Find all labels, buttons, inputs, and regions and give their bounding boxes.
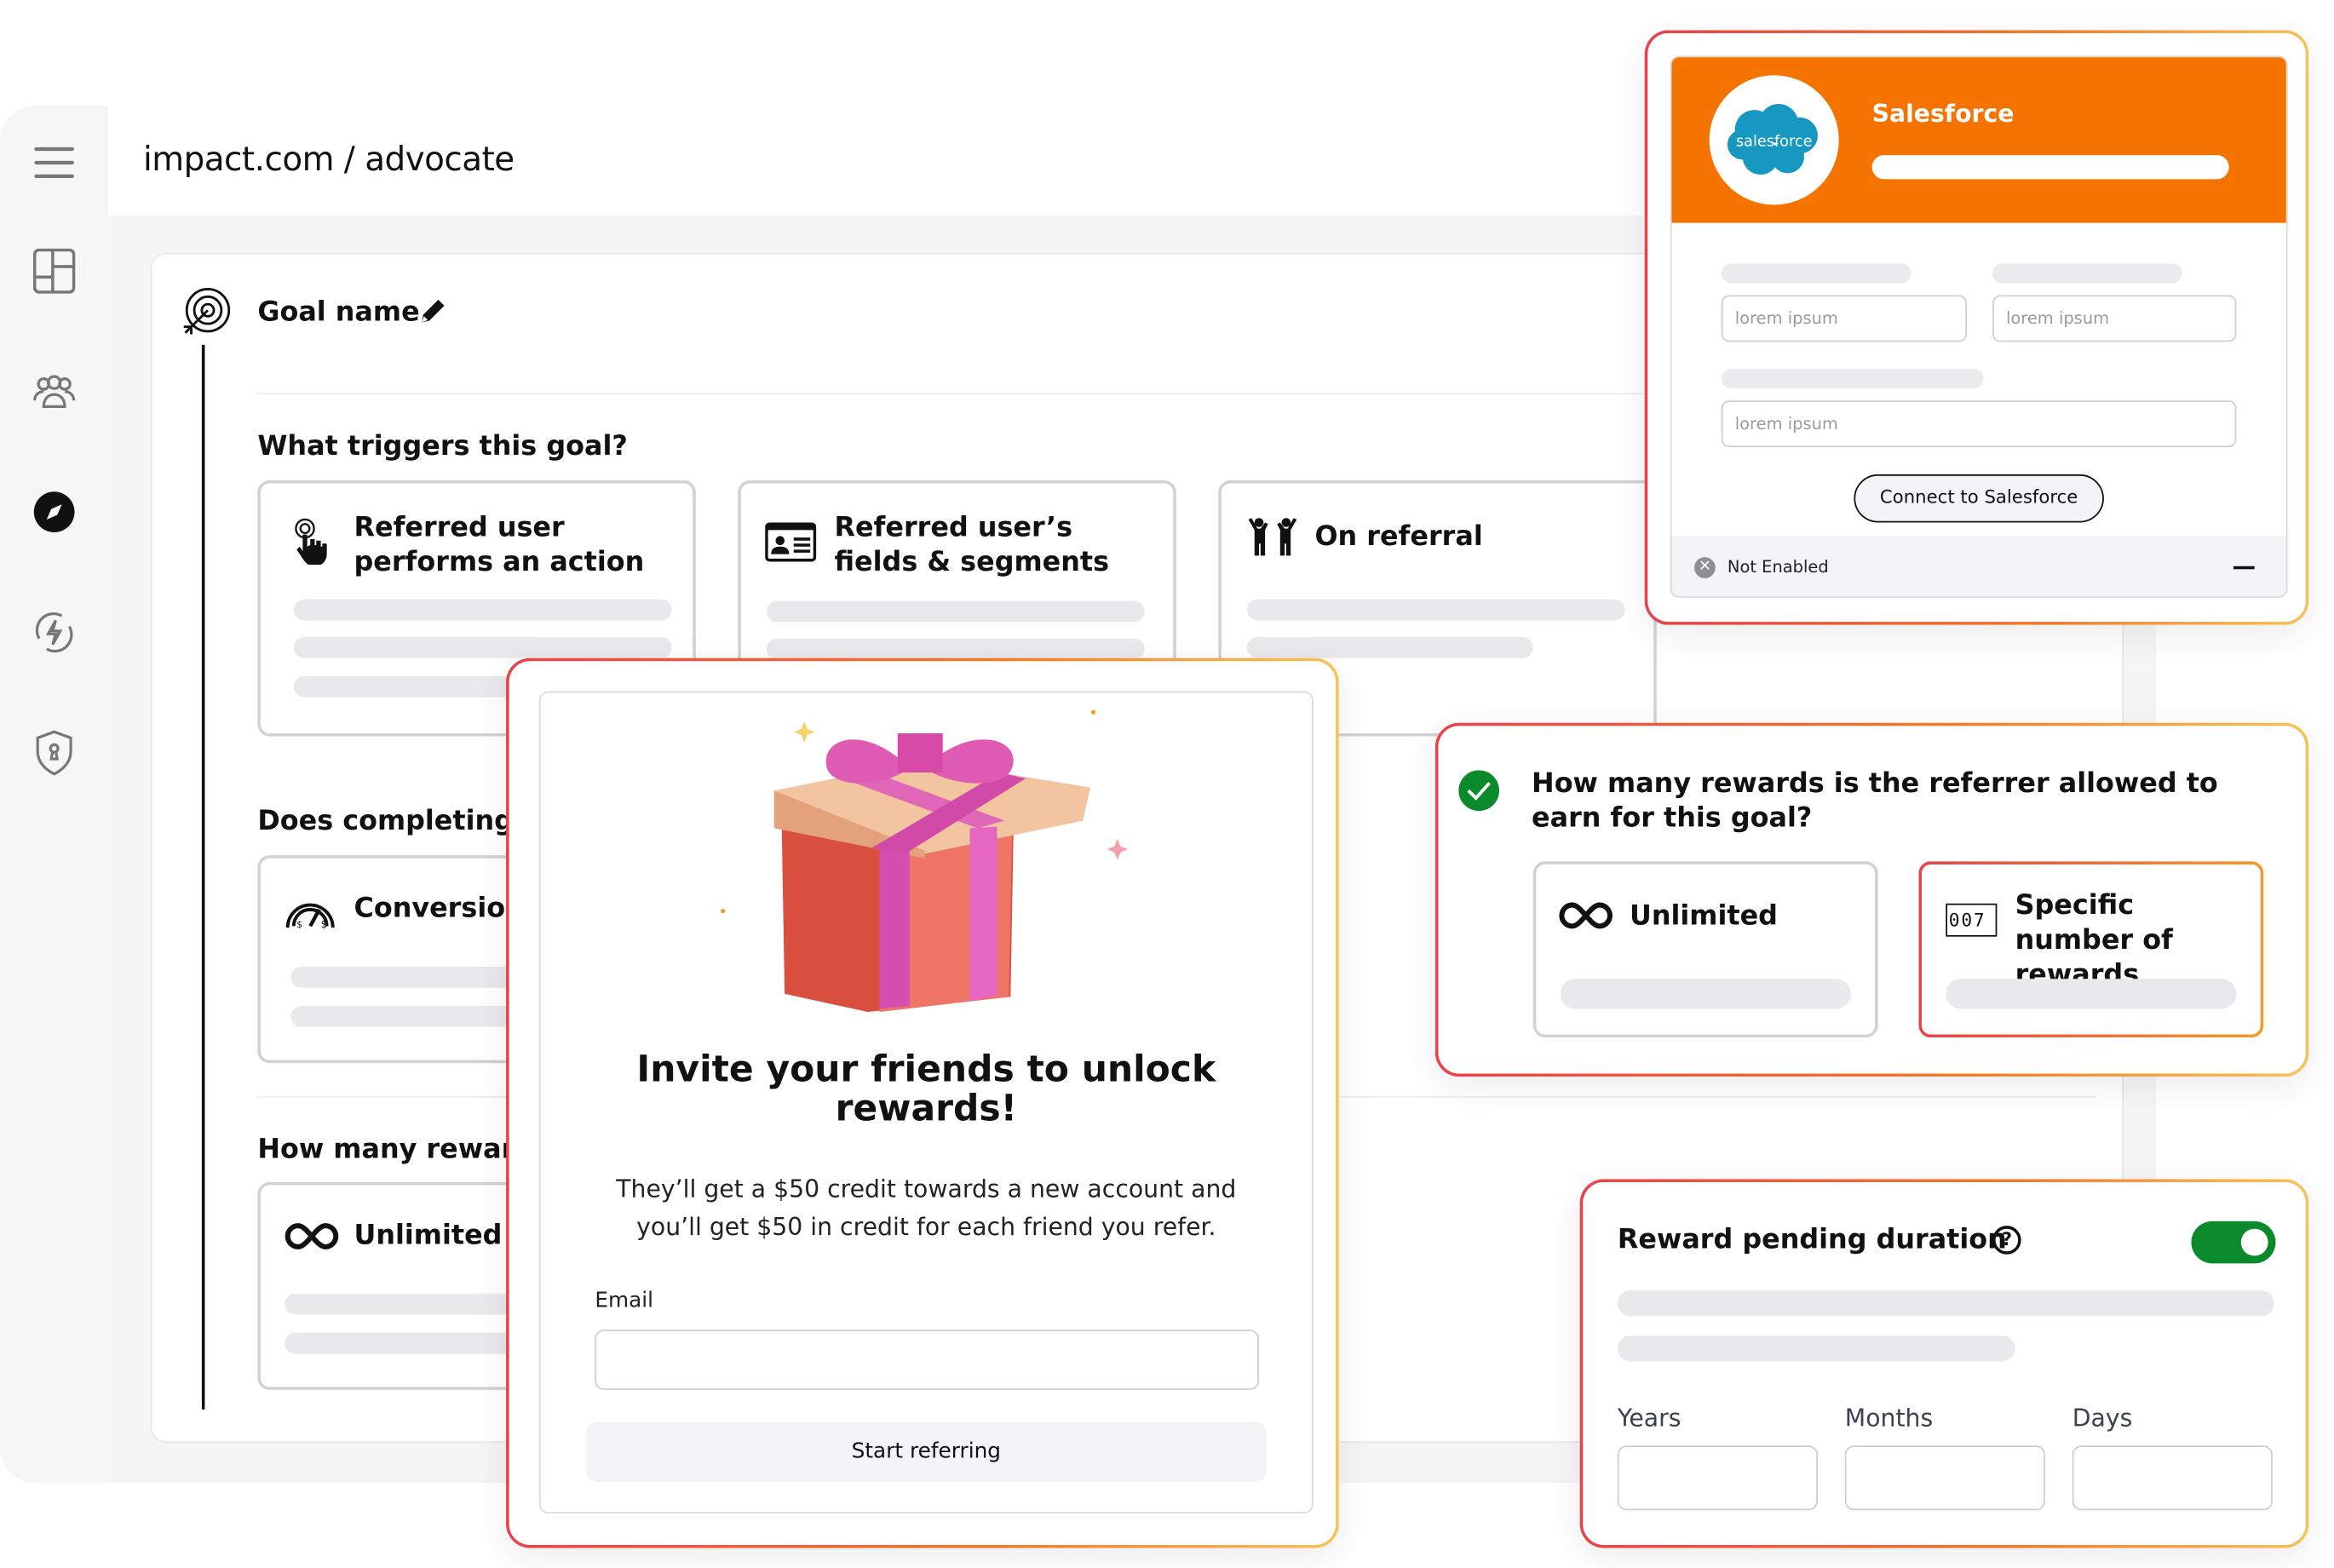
option-unlimited[interactable]: Unlimited <box>1532 861 1878 1038</box>
menu-icon[interactable] <box>30 139 78 187</box>
start-referring-button[interactable]: Start referring <box>585 1421 1267 1482</box>
salesforce-input-1[interactable]: lorem ipsum <box>1721 295 1968 342</box>
shield-keyhole-icon[interactable] <box>30 729 78 778</box>
years-label: Years <box>1617 1403 1682 1433</box>
days-label: Days <box>2072 1403 2133 1433</box>
days-input[interactable] <box>2072 1445 2273 1511</box>
salesforce-input-3[interactable]: lorem ipsum <box>1721 400 2237 448</box>
rewards-limit-card: How many rewards is the referrer allowed… <box>1435 723 2308 1077</box>
target-icon <box>179 286 233 347</box>
option-specific-number[interactable]: 007 Specific number of rewards <box>1918 861 2263 1037</box>
check-complete-icon <box>1457 769 1500 818</box>
invite-friends-modal: Invite your friends to unlock rewards! T… <box>506 658 1339 1548</box>
people-icon[interactable] <box>30 367 78 416</box>
help-icon[interactable]: ? <box>1992 1226 2021 1255</box>
svg-text:$: $ <box>296 920 302 930</box>
svg-text:salesforce: salesforce <box>1736 133 1813 150</box>
infinity-icon <box>285 1223 339 1256</box>
compass-icon[interactable] <box>30 488 78 537</box>
invite-heading: Invite your friends to unlock rewards! <box>636 1048 1216 1129</box>
collapse-icon[interactable] <box>2233 566 2255 570</box>
dashboard-grid-icon[interactable] <box>30 247 78 296</box>
status-text: Not Enabled <box>1727 557 1829 577</box>
months-label: Months <box>1844 1403 1934 1433</box>
bolt-refresh-icon[interactable] <box>30 608 78 657</box>
svg-text:$: $ <box>321 918 328 930</box>
counter-icon: 007 <box>1946 903 1998 937</box>
top-header: impact.com / advocate <box>108 105 1660 215</box>
goal-name: Goal name <box>257 296 420 329</box>
timeline-line <box>201 344 205 1410</box>
not-enabled-icon: ✕ <box>1694 557 1716 578</box>
pending-toggle[interactable] <box>2191 1221 2276 1264</box>
status-bar: ✕ Not Enabled <box>1671 536 2286 597</box>
connect-salesforce-button[interactable]: Connect to Salesforce <box>1854 474 2104 523</box>
id-card-icon <box>765 522 817 567</box>
years-input[interactable] <box>1617 1445 1818 1511</box>
months-input[interactable] <box>1844 1445 2045 1511</box>
edit-pencil-icon[interactable] <box>417 296 447 332</box>
triggers-question: What triggers this goal? <box>257 430 628 462</box>
rewards-limit-question: How many rewards is the referrer allowed… <box>1532 767 2218 835</box>
reward-pending-duration-card: Reward pending duration ? Years Months D… <box>1580 1179 2309 1548</box>
email-input[interactable] <box>595 1330 1260 1390</box>
gift-illustration <box>714 700 1135 1022</box>
salesforce-logo: salesforce <box>1709 75 1839 205</box>
infinity-icon <box>1559 902 1613 935</box>
salesforce-input-2[interactable]: lorem ipsum <box>1992 295 2237 342</box>
breadcrumb: impact.com / advocate <box>142 141 515 180</box>
salesforce-title: Salesforce <box>1871 99 2015 129</box>
speedometer-icon: $ $ <box>283 894 337 937</box>
sidebar <box>0 105 109 1484</box>
email-label: Email <box>595 1289 654 1313</box>
invite-body: They’ll get a $50 credit towards a new a… <box>616 1175 1237 1241</box>
people-cheer-icon <box>1245 516 1300 565</box>
pending-title: Reward pending duration <box>1617 1224 2007 1256</box>
tap-hand-icon <box>290 516 330 571</box>
salesforce-integration-card: salesforce Salesforce lorem ipsum lorem … <box>1645 30 2309 624</box>
